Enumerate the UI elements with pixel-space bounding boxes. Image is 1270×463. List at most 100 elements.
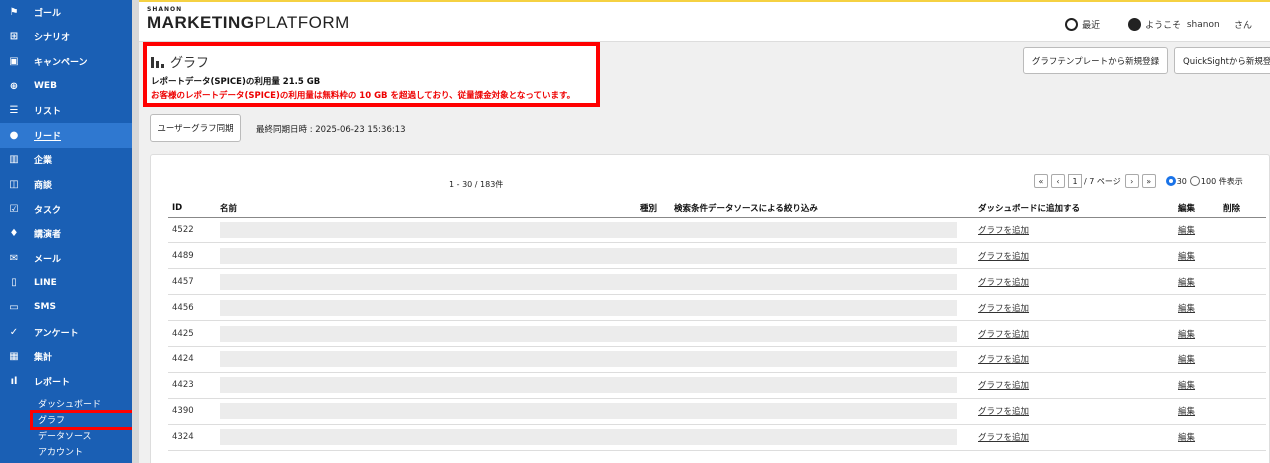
table-row: 4390 グラフを追加 編集 [168, 398, 1266, 425]
row-add-cell: グラフを追加 [974, 320, 1174, 347]
sidebar-item[interactable]: ⚑ ゴール [0, 0, 132, 25]
globe-icon: ⊕ [9, 80, 19, 92]
sidebar-item-label: WEB [34, 81, 57, 92]
sidebar-subitem[interactable]: データソース [0, 428, 132, 444]
redacted-name [220, 299, 957, 316]
row-delete-cell [1219, 320, 1266, 347]
row-edit-cell: 編集 [1174, 372, 1219, 399]
edit-link[interactable]: 編集 [1178, 381, 1195, 391]
add-graph-link[interactable]: グラフを追加 [978, 304, 1029, 314]
edit-link[interactable]: 編集 [1178, 226, 1195, 236]
table-row: 4324 グラフを追加 編集 [168, 424, 1266, 451]
sidebar-item[interactable]: ▥ 企業 [0, 148, 132, 173]
table-row: 4424 グラフを追加 編集 [168, 346, 1266, 373]
edit-link[interactable]: 編集 [1178, 433, 1195, 443]
edit-link[interactable]: 編集 [1178, 407, 1195, 417]
page-number-input[interactable]: 1 [1068, 174, 1082, 188]
col-type: 種別 [636, 200, 670, 218]
sidebar-scrollbar[interactable] [132, 0, 139, 463]
add-graph-link[interactable]: グラフを追加 [978, 381, 1029, 391]
sidebar-item-label: シナリオ [34, 33, 71, 44]
row-name [216, 242, 974, 270]
next-page-button[interactable]: › [1124, 174, 1139, 188]
sidebar-subitem[interactable]: ダッシュボード [0, 396, 132, 412]
row-id: 4522 [168, 217, 216, 244]
sidebar-item-label: リスト [34, 107, 62, 118]
row-id: 4456 [168, 294, 216, 322]
sidebar-subitem[interactable]: グラフ [30, 409, 132, 430]
recent-link[interactable]: 最近 [1082, 18, 1100, 31]
add-graph-link[interactable]: グラフを追加 [978, 226, 1029, 236]
prev-page-button[interactable]: ‹ [1051, 174, 1065, 188]
table-row: 4457 グラフを追加 編集 [168, 268, 1266, 296]
row-add-cell: グラフを追加 [974, 242, 1174, 270]
page-title: グラフ [170, 56, 210, 71]
row-add-cell: グラフを追加 [974, 268, 1174, 296]
building-icon: ▥ [9, 154, 19, 166]
add-graph-link[interactable]: グラフを追加 [978, 252, 1029, 262]
row-id: 4424 [168, 346, 216, 373]
sidebar-item-label: 企業 [34, 156, 53, 167]
row-add-cell: グラフを追加 [974, 398, 1174, 425]
add-graph-link[interactable]: グラフを追加 [978, 407, 1029, 417]
row-delete-cell [1219, 372, 1266, 399]
sidebar-item[interactable]: ☑ タスク [0, 197, 132, 222]
sms-icon: ▭ [9, 301, 19, 313]
edit-link[interactable]: 編集 [1178, 355, 1195, 365]
table-row: 4423 グラフを追加 編集 [168, 372, 1266, 399]
row-delete-cell [1219, 268, 1266, 296]
table-row: 4522 グラフを追加 編集 [168, 217, 1266, 244]
per-page-100-radio[interactable] [1189, 176, 1200, 186]
per-page-30-radio[interactable] [1165, 176, 1176, 186]
sidebar-item[interactable]: ✓ アンケート [0, 320, 132, 345]
flag-icon: ⚑ [9, 6, 19, 18]
add-graph-link[interactable]: グラフを追加 [978, 330, 1029, 340]
user-name[interactable]: shanon [1187, 20, 1220, 30]
add-graph-link[interactable]: グラフを追加 [978, 278, 1029, 288]
sidebar-item-label: ゴール [34, 8, 62, 19]
sidebar-subitem[interactable]: アカウント [0, 444, 132, 460]
sidebar-item[interactable]: ⊕ WEB [0, 74, 132, 99]
user-graph-sync-button[interactable]: ユーザーグラフ同期 [150, 114, 241, 142]
first-page-button[interactable]: « [1034, 174, 1048, 188]
row-delete-cell [1219, 217, 1266, 244]
task-icon: ☑ [9, 203, 19, 215]
sidebar-item[interactable]: ✉ メール [0, 246, 132, 271]
sidebar-item-label: 講演者 [34, 230, 62, 241]
add-graph-link[interactable]: グラフを追加 [978, 355, 1029, 365]
edit-link[interactable]: 編集 [1178, 304, 1195, 314]
sidebar-item-label: キャンペーン [34, 57, 88, 68]
check-icon: ✓ [9, 326, 19, 338]
row-id: 4324 [168, 424, 216, 451]
template-create-button[interactable]: グラフテンプレートから新規登録 [1023, 47, 1168, 74]
add-graph-link[interactable]: グラフを追加 [978, 433, 1029, 443]
sidebar-item[interactable]: ♦ 講演者 [0, 221, 132, 246]
sidebar-item[interactable]: ⊞ シナリオ [0, 25, 132, 50]
sidebar-item[interactable]: ▣ キャンペーン [0, 49, 132, 74]
edit-link[interactable]: 編集 [1178, 252, 1195, 262]
logo[interactable]: MARKETINGPLATFORM [147, 13, 350, 33]
col-edit: 編集 [1174, 200, 1219, 218]
row-add-cell: グラフを追加 [974, 217, 1174, 244]
per-page-30-label: 30 [1176, 176, 1187, 186]
tally-icon: ▦ [9, 351, 19, 363]
redacted-name [220, 377, 957, 394]
row-edit-cell: 編集 [1174, 320, 1219, 347]
sidebar-item[interactable]: ☰ リスト [0, 98, 132, 123]
last-page-button[interactable]: » [1141, 174, 1156, 188]
row-id: 4423 [168, 372, 216, 399]
list-icon: ☰ [9, 105, 19, 117]
history-icon [1065, 18, 1079, 31]
sidebar-item[interactable]: ▭ SMS [0, 295, 132, 320]
sidebar-item[interactable]: ıl レポート [0, 369, 132, 394]
quicksight-create-button[interactable]: QuickSightから新規登録 [1174, 47, 1270, 74]
sidebar-item[interactable]: ◫ 商談 [0, 172, 132, 197]
sidebar-item[interactable]: ▯ LINE [0, 271, 132, 296]
sidebar-item[interactable]: ● リード [0, 122, 132, 148]
row-add-cell: グラフを追加 [974, 424, 1174, 451]
sidebar-item[interactable]: ▦ 集計 [0, 344, 132, 369]
pagination: « ‹ 1 / 7 ページ › » 30 100 件表示 [1034, 174, 1243, 188]
table-row: 4489 グラフを追加 編集 [168, 242, 1266, 270]
edit-link[interactable]: 編集 [1178, 278, 1195, 288]
edit-link[interactable]: 編集 [1178, 330, 1195, 340]
